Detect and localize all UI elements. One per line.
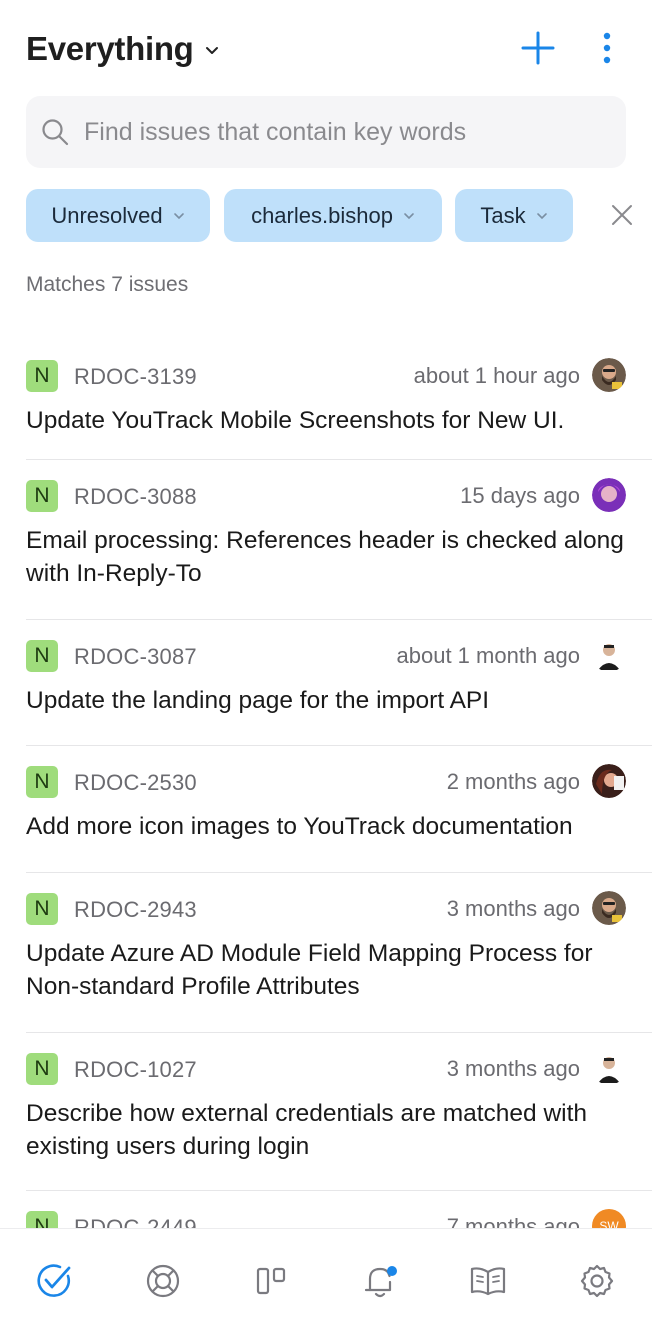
- settings-gear-icon: [580, 1264, 614, 1298]
- priority-badge: N: [26, 766, 58, 798]
- updated-time: 3 months ago: [446, 896, 580, 921]
- issue-summary: Describe how external credentials are ma…: [26, 1100, 588, 1160]
- results-count: Matches 7 issues: [26, 273, 189, 296]
- tab-helpdesk[interactable]: [141, 1259, 185, 1303]
- filter-chip-label: Task: [480, 202, 526, 228]
- priority-badge: N: [26, 893, 58, 925]
- avatar: SW: [592, 1209, 626, 1228]
- issue-meta: N RDOC-2449 7 months ago SW: [26, 1209, 626, 1228]
- avatar-initials: SW: [599, 1219, 619, 1228]
- avatar: [592, 764, 626, 798]
- bottom-tab-bar: [0, 1228, 652, 1330]
- priority-badge: N: [26, 1211, 58, 1228]
- updated-time: 3 months ago: [446, 1056, 580, 1081]
- avatar: [592, 358, 626, 392]
- priority-badge: N: [26, 1053, 58, 1085]
- create-issue-button[interactable]: [516, 26, 560, 70]
- issue-id: RDOC-1027: [74, 1057, 197, 1082]
- issue-row[interactable]: N RDOC-2530 2 months ago Add more icon i…: [0, 746, 652, 873]
- issue-summary: Add more icon images to YouTrack documen…: [26, 813, 573, 840]
- search-bar[interactable]: [26, 96, 626, 168]
- tab-settings[interactable]: [575, 1259, 619, 1303]
- issue-list: N RDOC-3139 about 1 hour ago Update YouT…: [0, 340, 652, 1228]
- filter-chip-assignee[interactable]: charles.bishop: [224, 189, 442, 242]
- filter-bar: Unresolved charles.bishop Task: [26, 189, 646, 242]
- issue-id: RDOC-2530: [74, 770, 197, 795]
- issue-id: RDOC-2449: [74, 1215, 197, 1228]
- issue-row[interactable]: N RDOC-3087 about 1 month ago Update the…: [0, 620, 652, 746]
- page-title: Everything: [26, 30, 194, 67]
- issue-summary: Email processing: References header is c…: [26, 527, 624, 587]
- priority-badge: N: [26, 480, 58, 512]
- issue-id: RDOC-3088: [74, 484, 197, 509]
- filter-chip-label: charles.bishop: [251, 202, 393, 228]
- tab-issues[interactable]: [32, 1259, 76, 1303]
- updated-time: 2 months ago: [446, 769, 580, 794]
- issue-row[interactable]: N RDOC-1027 3 months ago Describe how ex…: [0, 1033, 652, 1191]
- issue-meta: N RDOC-1027 3 months ago: [26, 1051, 626, 1085]
- knowledge-base-book-icon: [470, 1267, 506, 1296]
- tab-knowledge-base[interactable]: [466, 1259, 510, 1303]
- filter-chip-state[interactable]: Unresolved: [26, 189, 210, 242]
- context-selector[interactable]: Everything: [26, 30, 220, 68]
- more-options-button[interactable]: [585, 26, 629, 70]
- chevron-down-icon: [173, 212, 184, 219]
- tab-notifications[interactable]: [358, 1259, 402, 1303]
- issue-row[interactable]: N RDOC-3088 15 days ago Email processing…: [0, 460, 652, 620]
- priority-badge: N: [26, 360, 58, 392]
- chevron-down-icon: [536, 212, 547, 219]
- avatar: [592, 891, 626, 925]
- updated-time: 7 months ago: [446, 1214, 580, 1228]
- issue-row[interactable]: N RDOC-2449 7 months ago SW: [0, 1191, 652, 1228]
- issue-summary: Update YouTrack Mobile Screenshots for N…: [26, 407, 565, 434]
- avatar: [592, 1051, 626, 1085]
- issue-meta: N RDOC-2943 3 months ago: [26, 891, 626, 925]
- updated-time: about 1 month ago: [396, 643, 580, 668]
- agile-board-icon: [256, 1267, 286, 1295]
- search-icon: [42, 119, 69, 146]
- plus-icon: [521, 31, 555, 65]
- issue-row[interactable]: N RDOC-3139 about 1 hour ago Update YouT…: [0, 340, 652, 460]
- issue-id: RDOC-2943: [74, 897, 197, 922]
- clear-filters-button[interactable]: [608, 201, 636, 229]
- notifications-bell-icon: [364, 1266, 397, 1298]
- more-vertical-icon: [603, 32, 611, 64]
- avatar: [592, 638, 626, 672]
- issue-row[interactable]: N RDOC-2943 3 months ago Update Azure AD…: [0, 873, 652, 1033]
- issue-id: RDOC-3139: [74, 364, 197, 389]
- issue-id: RDOC-3087: [74, 644, 197, 669]
- filter-chip-label: Unresolved: [51, 202, 163, 228]
- updated-time: about 1 hour ago: [413, 363, 580, 388]
- issue-summary: Update the landing page for the import A…: [26, 687, 490, 714]
- issue-meta: N RDOC-3087 about 1 month ago: [26, 638, 626, 672]
- tab-agile-boards[interactable]: [249, 1259, 293, 1303]
- issue-meta: N RDOC-3139 about 1 hour ago: [26, 358, 626, 392]
- issue-meta: N RDOC-2530 2 months ago: [26, 764, 626, 798]
- priority-badge: N: [26, 640, 58, 672]
- issue-summary: Update Azure AD Module Field Mapping Pro…: [26, 940, 593, 1000]
- filter-chip-type[interactable]: Task: [455, 189, 573, 242]
- issue-meta: N RDOC-3088 15 days ago: [26, 478, 626, 512]
- chevron-down-icon: [205, 47, 218, 54]
- issues-check-icon: [37, 1264, 71, 1297]
- header: Everything: [0, 0, 652, 96]
- avatar: [592, 478, 626, 512]
- close-icon: [612, 205, 632, 225]
- chevron-down-icon: [404, 212, 414, 219]
- search-input[interactable]: [84, 117, 604, 147]
- helpdesk-lifebuoy-icon: [146, 1264, 180, 1298]
- updated-time: 15 days ago: [460, 483, 580, 508]
